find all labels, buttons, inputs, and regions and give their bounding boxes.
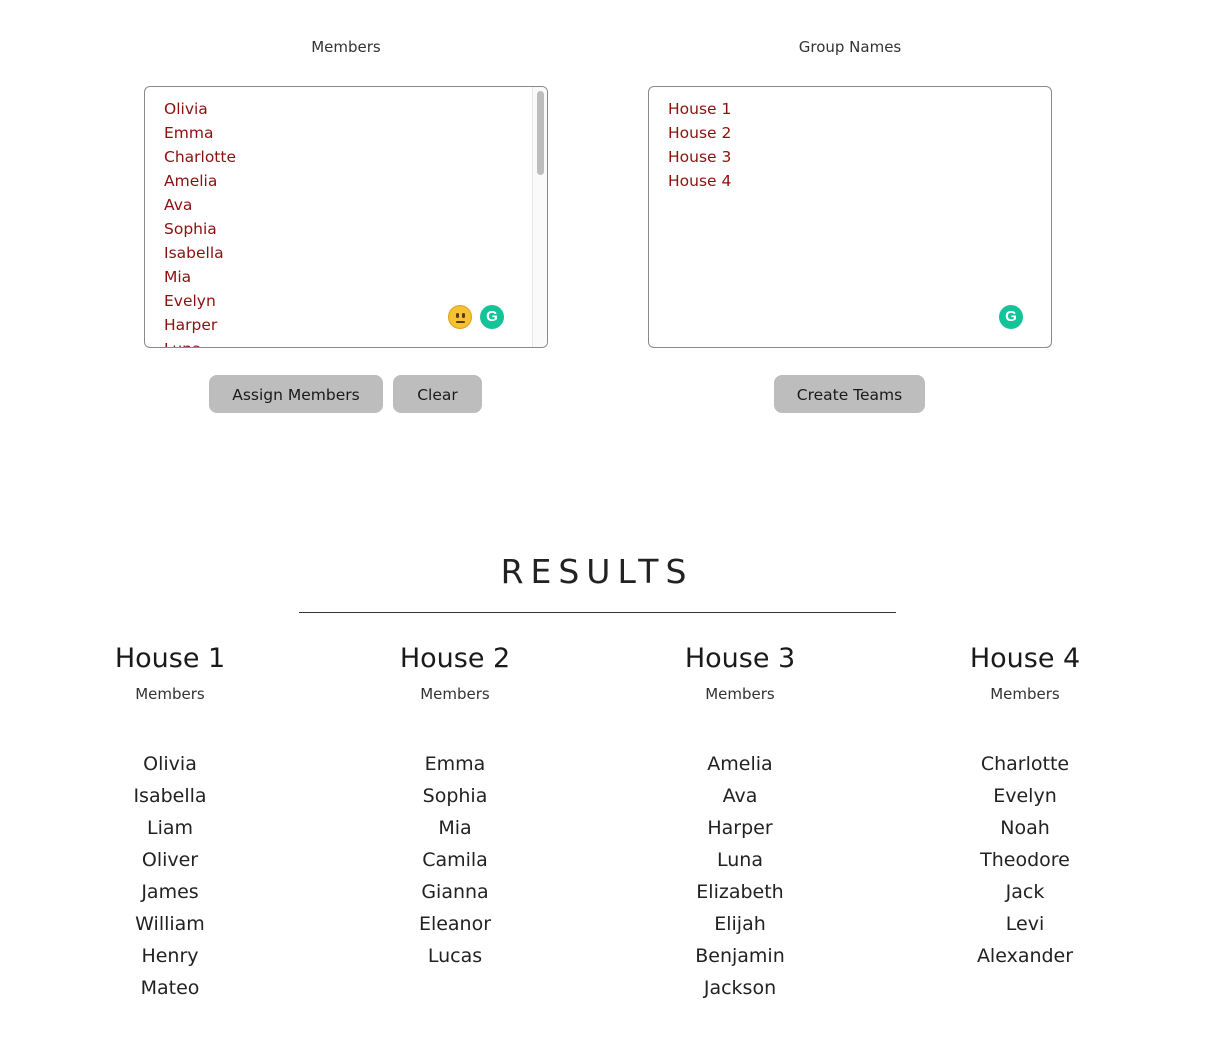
team-member: Jack <box>1005 881 1045 903</box>
team-member: James <box>141 881 199 903</box>
results-divider <box>299 612 896 613</box>
member-entry: Amelia <box>164 172 218 190</box>
team-subtitle: Members <box>705 685 775 703</box>
neutral-face-icon[interactable] <box>448 305 472 329</box>
group-name-entry: House 1 <box>668 100 732 118</box>
members-textarea[interactable]: Olivia Emma Charlotte Amelia Ava Sophia Isabel… <box>144 86 548 348</box>
team-member: Mateo <box>140 977 200 999</box>
team-member: Harper <box>707 817 773 839</box>
team-subtitle: Members <box>135 685 205 703</box>
team-member: Theodore <box>980 849 1070 871</box>
create-teams-button[interactable]: Create Teams <box>774 375 925 413</box>
grammar-check-icon[interactable]: G <box>999 305 1023 329</box>
team-column: House 2 Members Emma Sophia Mia Camila Giann… <box>325 642 585 972</box>
assign-members-button[interactable]: Assign Members <box>209 375 383 413</box>
team-subtitle: Members <box>420 685 490 703</box>
team-member: Amelia <box>707 753 773 775</box>
group-names-label: Group Names <box>798 38 902 56</box>
member-entry: Mia <box>164 268 192 286</box>
team-member: Elijah <box>714 913 766 935</box>
group-name-entry: House 4 <box>668 172 732 190</box>
member-entry: Ava <box>164 196 193 214</box>
team-name: House 2 <box>399 643 511 674</box>
team-member: Camila <box>422 849 488 871</box>
team-member: Henry <box>141 945 199 967</box>
team-column: House 3 Members Amelia Ava Harper Luna Eliza… <box>610 642 870 1004</box>
team-member: Mia <box>438 817 472 839</box>
member-entry: Isabella <box>164 244 224 262</box>
clear-button[interactable]: Clear <box>393 375 482 413</box>
group-names-textarea[interactable]: House 1 House 2 House 3 House 4 G <box>648 86 1052 348</box>
team-member: Ava <box>722 785 758 807</box>
team-members: Olivia Isabella Liam Oliver James William Henr… <box>40 748 300 1004</box>
member-entry: Evelyn <box>164 292 216 310</box>
group-name-entry: House 2 <box>668 124 732 142</box>
team-member: Benjamin <box>695 945 785 967</box>
member-entry: Olivia <box>164 100 208 118</box>
member-entry: Sophia <box>164 220 217 238</box>
members-list: Olivia Emma Charlotte Amelia Ava Sophia Isabel… <box>164 97 236 347</box>
team-member: Noah <box>1000 817 1050 839</box>
members-scrollbar-thumb[interactable] <box>537 91 544 175</box>
team-column: House 4 Members Charlotte Evelyn Noah Theod… <box>895 642 1155 972</box>
team-member: Liam <box>146 817 193 839</box>
team-member: Olivia <box>143 753 197 775</box>
grammar-check-icon[interactable]: G <box>480 305 504 329</box>
team-member: Elizabeth <box>696 881 784 903</box>
team-member: William <box>135 913 205 935</box>
team-members: Emma Sophia Mia Camila Gianna Eleanor Lucas <box>325 748 585 972</box>
member-entry: Charlotte <box>164 148 236 166</box>
team-member: Evelyn <box>993 785 1057 807</box>
team-member: Charlotte <box>980 753 1070 775</box>
team-member: Lucas <box>427 945 483 967</box>
team-member: Alexander <box>976 945 1074 967</box>
team-name: House 1 <box>114 643 226 674</box>
team-member: Jackson <box>703 977 777 999</box>
results-title: RESULTS <box>500 552 694 591</box>
team-subtitle: Members <box>990 685 1060 703</box>
member-entry: Emma <box>164 124 214 142</box>
member-entry: Luna <box>164 337 236 347</box>
team-member: Levi <box>1005 913 1045 935</box>
members-label: Members <box>311 38 381 56</box>
team-member: Luna <box>717 849 763 871</box>
member-entry: Harper <box>164 316 218 334</box>
team-name: House 3 <box>684 643 796 674</box>
team-members: Charlotte Evelyn Noah Theodore Jack Levi Alexa… <box>895 748 1155 972</box>
team-member: Eleanor <box>418 913 492 935</box>
team-column: House 1 Members Olivia Isabella Liam Oliver… <box>40 642 300 1004</box>
group-names-list: House 1 House 2 House 3 House 4 <box>668 97 731 193</box>
team-name: House 4 <box>969 643 1081 674</box>
team-member: Isabella <box>133 785 207 807</box>
team-member: Emma <box>424 753 486 775</box>
team-member: Sophia <box>422 785 488 807</box>
team-member: Oliver <box>141 849 199 871</box>
members-scrollbar[interactable] <box>532 87 547 347</box>
team-members: Amelia Ava Harper Luna Elizabeth Elijah Benjam… <box>610 748 870 1004</box>
team-member: Gianna <box>421 881 489 903</box>
group-name-entry: House 3 <box>668 148 732 166</box>
